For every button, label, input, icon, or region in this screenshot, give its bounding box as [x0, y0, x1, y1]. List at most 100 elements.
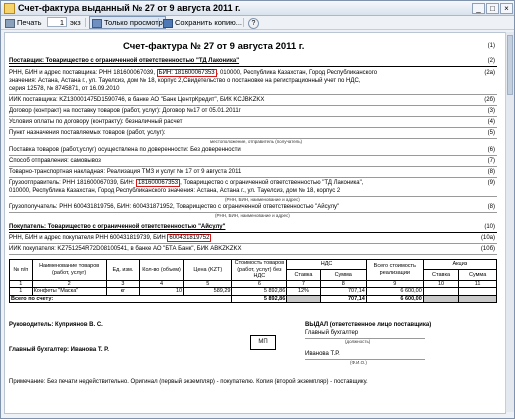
- caption-consignee: (РНН, БИН, наименование и адрес): [215, 213, 290, 218]
- cell-name: Конфеты "Маска": [31, 287, 107, 296]
- colnum: 2: [31, 279, 107, 288]
- header-vat: НДС: [286, 258, 367, 271]
- shipper-name: , Товарищество с ограниченной ответствен…: [180, 180, 364, 186]
- issued-role: Главный бухгалтер: [305, 330, 359, 336]
- cell-price: 589,29: [183, 287, 233, 296]
- shipper-rnn: Грузоотправитель: РНН 181600067039, БИН:: [9, 180, 137, 186]
- cell-excise-rate: [422, 287, 460, 296]
- minimize-button[interactable]: _: [472, 3, 485, 14]
- help-button[interactable]: ?: [248, 18, 259, 29]
- rule: [9, 116, 497, 117]
- cell-unit: кг: [105, 287, 141, 296]
- rule: [9, 155, 497, 156]
- toolbar: Печать 1 экз Только просмотр Сохранить к…: [1, 16, 514, 30]
- rule: [9, 166, 497, 167]
- supplier-iik: ИИК поставщика: KZ130001475D1590746, в б…: [9, 97, 265, 103]
- total-total: 6 600,00: [365, 294, 424, 303]
- supplier-rnn: РНН, БИН и адрес поставщика: РНН 1816000…: [9, 70, 157, 76]
- cell-vat-rate: 12%: [286, 287, 321, 296]
- header-vat-rate: Ставка: [286, 269, 321, 281]
- vertical-scrollbar[interactable]: [505, 32, 514, 412]
- issued-caption-name: (Ф.И.О.): [350, 360, 367, 365]
- rule: [9, 127, 497, 128]
- header-excise-rate: Ставка: [422, 269, 460, 281]
- caption-shipper: (РНН, БИН, наименование и адрес): [225, 197, 300, 202]
- field-num: (10б): [480, 246, 495, 252]
- total-vat: 707,14: [319, 294, 367, 303]
- preview-label: Только просмотр: [104, 18, 163, 27]
- buyer-requisites: РНН, БИН и адрес покупателя РНН 60043181…: [9, 234, 212, 242]
- close-button[interactable]: ×: [500, 3, 513, 14]
- caption-destination: местоположение, отправитель (получатель): [210, 139, 303, 144]
- buyer-bin-highlight: 600431819752: [167, 234, 212, 242]
- cell-cost: 5 892,86: [231, 287, 288, 296]
- total-cost: 5 892,86: [231, 294, 288, 303]
- table-total-row: Всего по счету: 5 892,86 707,14 6 600,00: [8, 294, 497, 303]
- title-bar: Счет-фактура выданный № 27 от 9 августа …: [1, 1, 514, 16]
- field-num: (7): [487, 158, 495, 164]
- colnum: 6: [231, 279, 288, 288]
- total-excise-sum-blank: [458, 294, 497, 303]
- issued-title: ВЫДАЛ (ответственное лицо поставщика): [305, 322, 432, 328]
- document-icon: [4, 3, 15, 14]
- cell-vat-sum: 707,14: [319, 287, 367, 296]
- field-num: (1): [487, 43, 495, 49]
- colnum: 11: [458, 279, 497, 288]
- field-num: (2): [487, 58, 495, 64]
- shipping-method: Способ отправления: самовывоз: [9, 158, 101, 164]
- maximize-button[interactable]: □: [486, 3, 499, 14]
- supplier-address-cont: значения: Астана, Астана г., ул. Тауелси…: [9, 78, 361, 84]
- footer-note: Примечание: Без печати недействительно. …: [9, 379, 368, 385]
- field-num: (8): [487, 169, 495, 175]
- column-number-row: 1 2 3 4 5 6 7 8 9 10 11: [9, 279, 497, 288]
- table-header-row: № п/п Наименование товаров (работ, услуг…: [9, 258, 498, 281]
- supplier-vat-cert: серия 12578, № 8745871, от 16.09.2010: [9, 86, 120, 92]
- field-num: (6): [487, 147, 495, 153]
- contract-line: Договор (контракт) на поставку товаров (…: [9, 108, 241, 114]
- cell-total: 6 600,00: [365, 287, 424, 296]
- header-excise: Акциз: [422, 258, 498, 271]
- stamp-placeholder: МП: [250, 335, 276, 350]
- cell-qty: 10: [139, 287, 185, 296]
- copies-unit: экз: [70, 18, 81, 27]
- total-excise-rate-blank: [422, 294, 460, 303]
- goods-table: № п/п Наименование товаров (работ, услуг…: [8, 258, 498, 303]
- total-vat-rate-blank: [286, 294, 321, 303]
- copies-input[interactable]: 1: [47, 17, 67, 27]
- save-copy-button[interactable]: Сохранить копию...: [163, 16, 242, 29]
- field-num: (8): [487, 204, 495, 210]
- head-signature: Руководитель: Куприянов В. С.: [9, 322, 103, 328]
- payment-terms: Условия оплаты по договору (контракту): …: [9, 119, 183, 125]
- supplier-bin-highlight: БИН: 181600067353: [156, 69, 217, 77]
- field-num: (10): [484, 224, 495, 230]
- scrollbar-thumb[interactable]: [507, 35, 513, 95]
- toolbar-separator: [85, 18, 86, 27]
- field-num: (5): [487, 130, 495, 136]
- toolbar-separator: [243, 18, 244, 27]
- shipper-address: 010000, Республика Казахстан, Город Респ…: [9, 188, 341, 194]
- invoice-document: Счет-фактура № 27 от 9 августа 2011 г. (…: [4, 32, 506, 414]
- print-button[interactable]: Печать: [5, 16, 42, 29]
- rule: [9, 232, 497, 233]
- total-label: Всего по счету:: [8, 294, 233, 303]
- supplier-line: Поставщик: Товарищество с ограниченной о…: [9, 58, 240, 64]
- rule: [9, 177, 497, 178]
- rule: [9, 254, 497, 255]
- field-num: (2б): [484, 97, 495, 103]
- save-copy-label: Сохранить копию...: [175, 18, 243, 27]
- issued-caption-position: (должность): [345, 339, 371, 344]
- colnum: 4: [139, 279, 185, 288]
- field-num: (2а): [484, 70, 495, 76]
- shipper-line: Грузоотправитель: РНН 181600067039, БИН:…: [9, 179, 364, 187]
- cell-excise-sum: [458, 287, 497, 296]
- power-of-attorney: Поставка товаров (работ,услуг) осуществл…: [9, 147, 241, 153]
- buyer-line: Покупатель: Товарищество с ограниченной …: [9, 224, 226, 230]
- rule: [9, 243, 497, 244]
- buyer-iik: ИИК покупателя: KZ751254R72D08100541, в …: [9, 246, 242, 252]
- preview-only-toggle[interactable]: Только просмотр: [89, 16, 166, 29]
- destination-line: Пункт назначения поставляемых товаров (р…: [9, 130, 166, 136]
- cell-num: 1: [9, 287, 33, 296]
- issued-name: Иванова Т.Р.: [305, 351, 340, 357]
- consignee-line: Грузополучатель: РНН 600431819756, БИН: …: [9, 204, 340, 210]
- header-unit: Ед. изм.: [105, 259, 141, 281]
